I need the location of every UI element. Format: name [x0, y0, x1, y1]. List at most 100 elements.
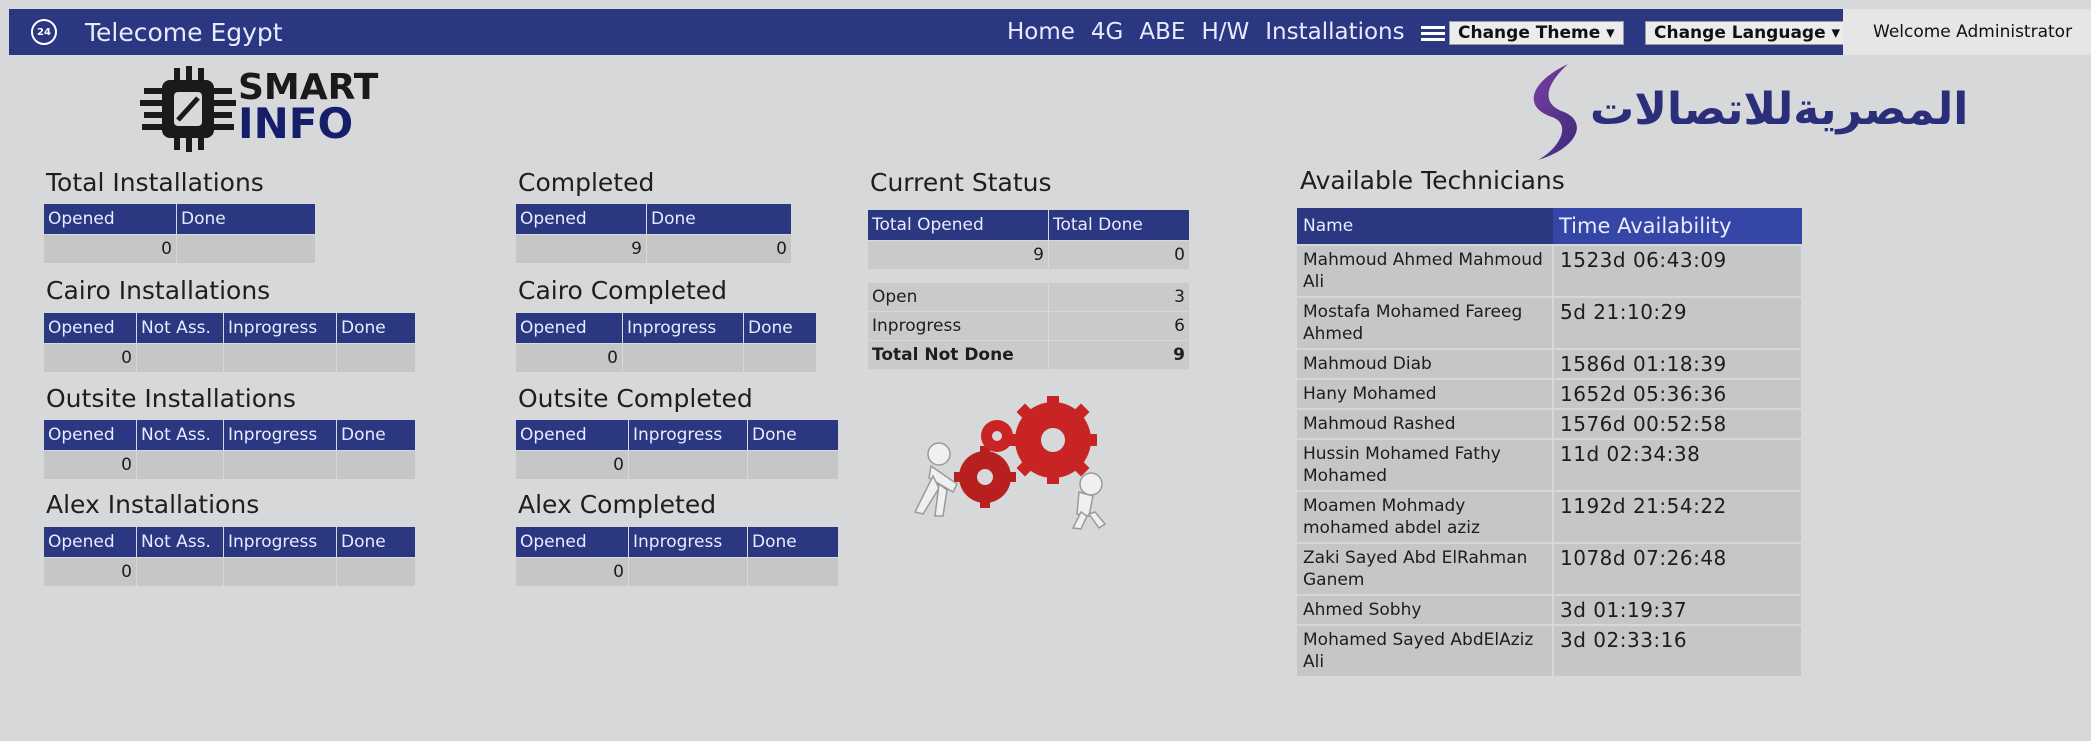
table-row: Ahmed Sobhy 3d 01:19:37: [1297, 594, 1803, 625]
cairo-completed-table: Opened Inprogress Done 0: [516, 313, 817, 372]
status-label: Inprogress: [868, 311, 1049, 341]
nav-home[interactable]: Home: [1007, 19, 1075, 45]
change-language-dropdown[interactable]: Change Language ▾: [1645, 21, 1850, 45]
change-theme-dropdown[interactable]: Change Theme ▾: [1449, 21, 1624, 45]
col-opened: Opened: [516, 420, 629, 451]
col-inprogress: Inprogress: [223, 420, 337, 451]
nav-installations[interactable]: Installations: [1265, 19, 1404, 45]
cell-inprogress: [223, 557, 337, 586]
technician-name: Hany Mohamed: [1297, 378, 1554, 409]
col-done: Done: [336, 420, 416, 451]
col-not-assigned: Not Ass.: [136, 527, 224, 558]
table-row: Moamen Mohmady mohamed abdel aziz 1192d 2…: [1297, 490, 1803, 543]
table-row: Mohamed Sayed AbdElAziz Ali 3d 02:33:16: [1297, 624, 1803, 676]
col-inprogress: Inprogress: [223, 313, 337, 344]
cell-opened: 0: [44, 450, 137, 479]
cell-done: 0: [646, 234, 792, 263]
technician-time: 1652d 05:36:36: [1553, 378, 1803, 409]
status-row-open: Open 3: [868, 282, 1190, 312]
table-row: Hussin Mohamed Fathy Mohamed 11d 02:34:38: [1297, 438, 1803, 491]
col-total-done: Total Done: [1048, 210, 1190, 241]
nav-4g[interactable]: 4G: [1091, 19, 1123, 45]
table-row: Zaki Sayed Abd ElRahman Ganem 1078d 07:26…: [1297, 542, 1803, 595]
col-opened: Opened: [516, 527, 629, 558]
col-inprogress: Inprogress: [628, 420, 748, 451]
cell-done: [336, 557, 416, 586]
technician-name: Ahmed Sobhy: [1297, 594, 1554, 625]
col-time-availability[interactable]: Time Availability: [1553, 208, 1802, 245]
col-not-assigned: Not Ass.: [136, 313, 224, 344]
col-name[interactable]: Name: [1297, 208, 1553, 245]
completed-table: Opened Done 9 0: [516, 204, 792, 263]
cell-done: [747, 557, 839, 586]
current-status-breakdown-table: Open 3 Inprogress 6 Total Not Done 9: [868, 282, 1190, 369]
cell-inprogress: [622, 343, 744, 372]
alex-completed-title: Alex Completed: [518, 490, 717, 519]
te-swirl-icon: [1533, 64, 1577, 160]
cell-opened: 0: [44, 343, 137, 372]
status-value: 9: [1048, 340, 1190, 369]
status-value: 6: [1048, 311, 1190, 341]
chip-gear-icon: [140, 66, 236, 152]
outsite-installations-title: Outsite Installations: [46, 384, 296, 413]
top-navbar: 24 Telecome Egypt Home 4G ABE H/W Instal…: [9, 9, 2091, 55]
col-opened: Opened: [44, 527, 137, 558]
hamburger-menu-icon[interactable]: [1420, 26, 1445, 42]
technician-name: Zaki Sayed Abd ElRahman Ganem: [1297, 542, 1554, 595]
status-label: Open: [868, 282, 1049, 312]
col-done: Done: [176, 204, 316, 235]
col-not-assigned: Not Ass.: [136, 420, 224, 451]
col-done: Done: [743, 313, 817, 344]
col-done: Done: [747, 420, 839, 451]
cell-total-opened: 9: [868, 240, 1049, 269]
cell-inprogress: [223, 343, 337, 372]
cell-inprogress: [223, 450, 337, 479]
cell-total-done: 0: [1048, 240, 1190, 269]
telecom-egypt-logo: المصريةللاتصالات: [1520, 62, 1968, 162]
cell-done: [336, 450, 416, 479]
col-done: Done: [336, 527, 416, 558]
table-row: Mostafa Mohamed Fareeg Ahmed 5d 21:10:29: [1297, 296, 1803, 349]
cell-opened: 9: [516, 234, 647, 263]
info-word: INFO: [238, 99, 354, 148]
gear-icon: [954, 446, 1016, 508]
cell-opened: 0: [44, 557, 137, 586]
cell-done: [176, 234, 316, 263]
current-status-title: Current Status: [870, 168, 1052, 197]
technician-time: 3d 01:19:37: [1553, 594, 1803, 625]
cell-opened: 0: [516, 343, 623, 372]
col-opened: Opened: [44, 420, 137, 451]
technician-name: Mahmoud Ahmed Mahmoud Ali: [1297, 244, 1554, 297]
technician-name: Mahmoud Diab: [1297, 348, 1554, 379]
technician-time: 11d 02:34:38: [1553, 438, 1803, 491]
telecom-egypt-arabic-wordmark: المصريةللاتصالات: [1590, 84, 1969, 135]
gears-illustration: [913, 396, 1107, 530]
cell-done: [743, 343, 817, 372]
table-row: Mahmoud Ahmed Mahmoud Ali 1523d 06:43:09: [1297, 244, 1803, 297]
col-opened: Opened: [516, 313, 623, 344]
cell-not-assigned: [136, 343, 224, 372]
cell-opened: 0: [516, 557, 629, 586]
col-opened: Opened: [516, 204, 647, 235]
figure-right-icon: [1071, 472, 1107, 530]
nav-hw[interactable]: H/W: [1201, 19, 1249, 45]
col-done: Done: [646, 204, 792, 235]
cell-inprogress: [628, 557, 748, 586]
figure-left-icon: [913, 442, 958, 517]
nav-abe[interactable]: ABE: [1139, 19, 1185, 45]
brand[interactable]: 24 Telecome Egypt: [31, 9, 283, 55]
outsite-completed-table: Opened Inprogress Done 0: [516, 420, 839, 479]
technician-time: 1192d 21:54:22: [1553, 490, 1803, 543]
technician-name: Mostafa Mohamed Fareeg Ahmed: [1297, 296, 1554, 349]
outsite-installations-table: Opened Not Ass. Inprogress Done 0: [44, 420, 416, 479]
col-inprogress: Inprogress: [622, 313, 744, 344]
cell-opened: 0: [44, 234, 177, 263]
total-installations-title: Total Installations: [46, 168, 264, 197]
alex-installations-table: Opened Not Ass. Inprogress Done 0: [44, 527, 416, 586]
technician-time: 1576d 00:52:58: [1553, 408, 1803, 439]
cell-done: [747, 450, 839, 479]
app-title: Telecome Egypt: [85, 17, 283, 47]
welcome-message: Welcome Administrator: [1843, 9, 2091, 55]
gear-icon: [1009, 396, 1097, 484]
clock-24-icon: 24: [31, 19, 57, 45]
